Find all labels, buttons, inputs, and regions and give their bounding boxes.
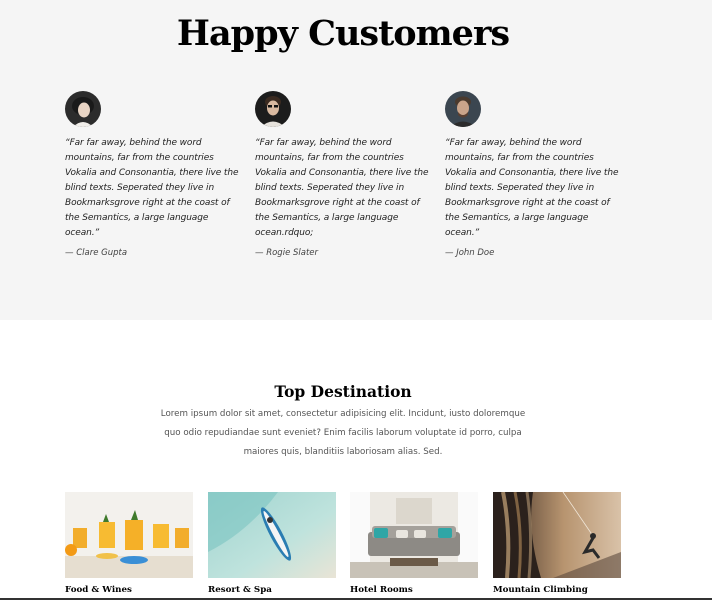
testimonial-card: “Far far away, behind the word mountains… [65, 91, 245, 258]
testimonials-section: Happy Customers “Far far away, behind th… [0, 0, 712, 320]
testimonial-quote: “Far far away, behind the word mountains… [65, 138, 239, 238]
testimonial-author: — Clare Gupta [65, 248, 128, 258]
destination-card[interactable]: Mountain Climbing [493, 492, 621, 595]
testimonial-quote: “Far far away, behind the word mountains… [255, 138, 429, 238]
testimonial-author: — Rogie Slater [255, 248, 319, 258]
mountain-climbing-image[interactable] [493, 492, 621, 578]
resort-spa-image[interactable] [208, 492, 336, 578]
testimonial-card: “Far far away, behind the word mountains… [445, 91, 625, 258]
destinations-description: Lorem ipsum dolor sit amet, consectetur … [160, 409, 526, 457]
destination-card[interactable]: Food & Wines [65, 492, 193, 595]
destination-card[interactable]: Hotel Rooms [350, 492, 478, 595]
testimonial-card: “Far far away, behind the word mountains… [255, 91, 435, 258]
hotel-rooms-image[interactable] [350, 492, 478, 578]
destination-label: Mountain Climbing [493, 585, 588, 595]
food-wines-image[interactable] [65, 492, 193, 578]
testimonial-quote: “Far far away, behind the word mountains… [445, 138, 619, 238]
testimonials-title: Happy Customers [176, 13, 510, 54]
customer-avatar [255, 91, 291, 127]
testimonial-author: — John Doe [445, 248, 495, 258]
destination-label: Resort & Spa [208, 585, 272, 595]
customer-avatar [445, 91, 481, 127]
customer-avatar [65, 91, 101, 127]
destination-label: Food & Wines [65, 585, 132, 595]
destination-label: Hotel Rooms [350, 585, 413, 595]
destinations-title: Top Destination [274, 382, 412, 401]
destination-card[interactable]: Resort & Spa [208, 492, 336, 595]
